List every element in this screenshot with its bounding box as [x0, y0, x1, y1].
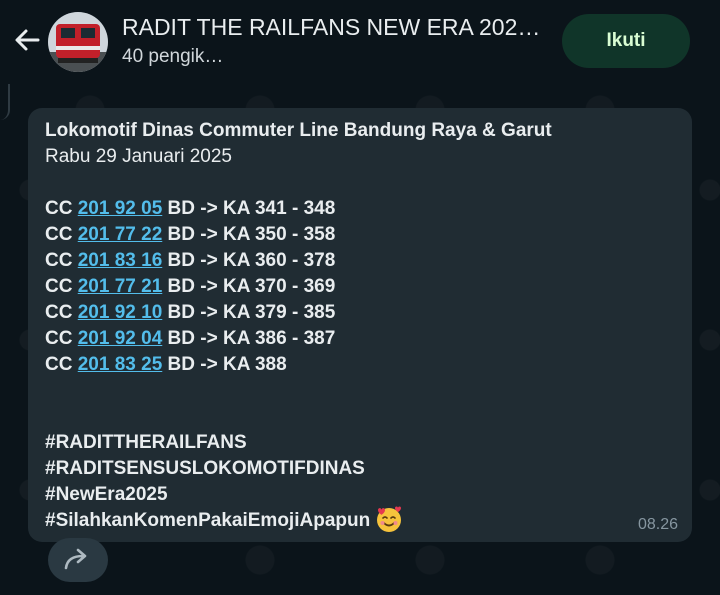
hashtag: #RADITTHERAILFANS	[45, 432, 247, 453]
loco-route: BD -> KA 341 - 348	[167, 198, 336, 219]
loco-prefix: CC	[45, 302, 73, 323]
phone-link[interactable]: 201 92 04	[78, 328, 163, 349]
channel-avatar[interactable]	[48, 12, 108, 72]
phone-link[interactable]: 201 83 25	[78, 354, 163, 375]
message-date: Rabu 29 Januari 2025	[45, 146, 232, 167]
forward-button[interactable]	[48, 538, 108, 582]
phone-link[interactable]: 201 77 22	[78, 224, 163, 245]
loco-prefix: CC	[45, 328, 73, 349]
channel-header: RADIT THE RAILFANS NEW ERA 202… 40 pengi…	[0, 0, 720, 84]
phone-link[interactable]: 201 92 05	[78, 198, 163, 219]
back-button[interactable]	[8, 20, 48, 60]
smiling-face-with-hearts-icon	[374, 504, 404, 534]
message-text: Lokomotif Dinas Commuter Line Bandung Ra…	[45, 118, 675, 534]
loco-row: CC 201 92 10 BD -> KA 379 - 385	[45, 300, 675, 326]
loco-row: CC 201 83 25 BD -> KA 388	[45, 352, 675, 378]
loco-prefix: CC	[45, 354, 73, 375]
locomotive-avatar	[48, 12, 108, 72]
message-heading: Lokomotif Dinas Commuter Line Bandung Ra…	[45, 120, 552, 141]
loco-row: CC 201 77 21 BD -> KA 370 - 369	[45, 274, 675, 300]
loco-prefix: CC	[45, 198, 73, 219]
phone-link[interactable]: 201 83 16	[78, 250, 163, 271]
hashtag: #NewEra2025	[45, 484, 168, 505]
loco-row: CC 201 83 16 BD -> KA 360 - 378	[45, 248, 675, 274]
loco-route: BD -> KA 360 - 378	[167, 250, 336, 271]
loco-route: BD -> KA 379 - 385	[167, 302, 336, 323]
follower-count: 40 pengik…	[122, 46, 224, 67]
channel-title[interactable]: RADIT THE RAILFANS NEW ERA 202…	[122, 14, 542, 41]
follow-button[interactable]: Ikuti	[562, 14, 690, 68]
hashtag-line: #SilahkanKomenPakaiEmojiApapun	[45, 506, 675, 534]
hashtag: #RADITSENSUSLOKOMOTIFDINAS	[45, 458, 365, 479]
loco-prefix: CC	[45, 224, 73, 245]
loco-row: CC 201 92 05 BD -> KA 341 - 348	[45, 196, 675, 222]
loco-prefix: CC	[45, 276, 73, 297]
hashtag: #SilahkanKomenPakaiEmojiApapun	[45, 510, 371, 532]
message-bubble[interactable]: Lokomotif Dinas Commuter Line Bandung Ra…	[28, 108, 692, 542]
loco-prefix: CC	[45, 250, 73, 271]
loco-row: CC 201 92 04 BD -> KA 386 - 387	[45, 326, 675, 352]
message-timestamp: 08.26	[637, 516, 678, 533]
forward-arrow-icon	[64, 548, 87, 570]
arrow-left-icon	[15, 29, 40, 51]
loco-route: BD -> KA 388	[167, 354, 287, 375]
loco-route: BD -> KA 350 - 358	[167, 224, 336, 245]
phone-link[interactable]: 201 92 10	[78, 302, 163, 323]
phone-link[interactable]: 201 77 21	[78, 276, 163, 297]
loco-route: BD -> KA 370 - 369	[167, 276, 336, 297]
loco-route: BD -> KA 386 - 387	[167, 328, 336, 349]
loco-row: CC 201 77 22 BD -> KA 350 - 358	[45, 222, 675, 248]
